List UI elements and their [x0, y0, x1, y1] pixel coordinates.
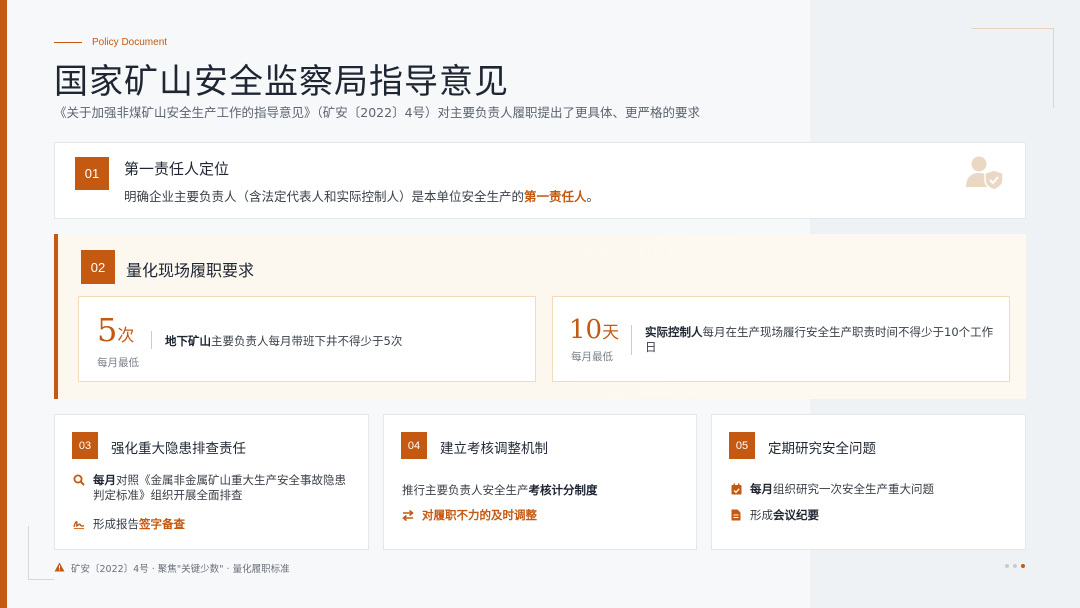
stat-value: 10天 — [569, 315, 619, 345]
stat-description: 地下矿山主要负责人每月带班下井不得少于5次 — [165, 333, 402, 349]
list-item: 形成报告签字备查 — [73, 517, 185, 532]
desc-suffix: 。 — [586, 189, 600, 204]
eyebrow: Policy Document — [54, 35, 167, 49]
search-icon — [73, 473, 85, 487]
divider — [151, 331, 152, 349]
number-badge: 03 — [72, 432, 98, 459]
card-heading: 第一责任人定位 — [124, 160, 230, 178]
document-icon — [730, 508, 742, 522]
item-prefix: 形成报告 — [93, 517, 139, 531]
stat-number: 5 — [97, 311, 118, 349]
card-quantified-requirements: 02 量化现场履职要求 5次 每月最低 地下矿山主要负责人每月带班下井不得少于5… — [54, 234, 1026, 399]
item-bold: 每月 — [93, 473, 116, 487]
item-text: 每月组织研究一次安全生产重大问题 — [750, 482, 934, 497]
card-description: 明确企业主要负责人（含法定代表人和实际控制人）是本单位安全生产的第一责任人。 — [124, 186, 599, 205]
number-badge: 02 — [81, 250, 115, 284]
item-prefix: 形成 — [750, 508, 773, 522]
item-text: 形成报告签字备查 — [93, 517, 185, 532]
stat-description: 实际控制人每月在生产现场履行安全生产职责时间不得少于10个工作日 — [645, 325, 997, 355]
list-item: 形成会议纪要 — [730, 508, 819, 523]
card-regular-research: 05 定期研究安全问题 每月组织研究一次安全生产重大问题 形成会议纪要 — [711, 414, 1026, 550]
item-text: 每月对照《金属非金属矿山重大生产安全事故隐患判定标准》组织开展全面排查 — [93, 473, 353, 503]
footer-text: 矿安〔2022〕4号 · 聚焦"关键少数" · 量化履职标准 — [71, 564, 290, 575]
card-heading: 建立考核调整机制 — [440, 441, 548, 457]
card-heading: 定期研究安全问题 — [768, 441, 876, 457]
item-highlight: 对履职不力的及时调整 — [422, 508, 537, 522]
user-shield-icon — [965, 155, 1007, 191]
warning-icon — [54, 562, 65, 575]
signature-icon — [73, 517, 85, 531]
eyebrow-line — [54, 41, 82, 43]
desc-bold: 实际控制人 — [645, 325, 703, 339]
card-text: 推行主要负责人安全生产考核计分制度 — [402, 482, 598, 498]
card-heading: 量化现场履职要求 — [126, 261, 255, 280]
list-item: 每月对照《金属非金属矿山重大生产安全事故隐患判定标准》组织开展全面排查 — [73, 473, 353, 503]
stat-box-controller: 10天 每月最低 实际控制人每月在生产现场履行安全生产职责时间不得少于10个工作… — [552, 296, 1010, 382]
divider — [631, 325, 632, 355]
desc-rest: 主要负责人每月带班下井不得少于5次 — [211, 334, 403, 348]
page-subtitle: 《关于加强非煤矿山安全生产工作的指导意见》（矿安〔2022〕4号）对主要负责人履… — [54, 105, 701, 120]
card-hazard-inspection: 03 强化重大隐患排查责任 每月对照《金属非金属矿山重大生产安全事故隐患判定标准… — [54, 414, 369, 550]
stat-unit: 天 — [602, 323, 620, 343]
card-heading: 强化重大隐患排查责任 — [111, 441, 246, 457]
item-bold: 每月 — [750, 482, 773, 496]
item-rest: 组织研究一次安全生产重大问题 — [773, 482, 934, 496]
eyebrow-text: Policy Document — [92, 36, 168, 48]
stat-caption: 每月最低 — [571, 351, 613, 363]
corner-decoration-bottom-left — [28, 526, 54, 580]
corner-decoration-top-right — [972, 28, 1054, 108]
desc-bold: 地下矿山 — [165, 334, 211, 348]
page-dot[interactable] — [1013, 564, 1017, 568]
number-badge: 05 — [729, 432, 755, 459]
stat-number: 10 — [569, 315, 603, 345]
item-bold: 会议纪要 — [773, 508, 819, 522]
item-highlight: 签字备查 — [139, 517, 185, 531]
stat-unit: 次 — [117, 326, 135, 346]
page-dot[interactable] — [1005, 564, 1009, 568]
footer: 矿安〔2022〕4号 · 聚焦"关键少数" · 量化履职标准 — [54, 561, 290, 575]
calendar-check-icon — [730, 482, 742, 496]
item-text: 形成会议纪要 — [750, 508, 819, 523]
list-item: 每月组织研究一次安全生产重大问题 — [730, 482, 934, 497]
card-assessment-mechanism: 04 建立考核调整机制 推行主要负责人安全生产考核计分制度 对履职不力的及时调整 — [383, 414, 697, 550]
page-dot-active[interactable] — [1021, 564, 1025, 568]
list-item: 对履职不力的及时调整 — [402, 508, 537, 523]
stat-value: 5次 — [97, 311, 134, 349]
item-rest: 对照《金属非金属矿山重大生产安全事故隐患判定标准》组织开展全面排查 — [93, 473, 346, 502]
pagination-dots — [1005, 564, 1025, 568]
stat-caption: 每月最低 — [97, 357, 139, 369]
desc-text: 明确企业主要负责人（含法定代表人和实际控制人）是本单位安全生产的 — [124, 189, 525, 204]
stat-box-underground: 5次 每月最低 地下矿山主要负责人每月带班下井不得少于5次 — [78, 296, 536, 382]
card-first-responsible: 01 第一责任人定位 明确企业主要负责人（含法定代表人和实际控制人）是本单位安全… — [54, 142, 1026, 219]
number-badge: 04 — [401, 432, 427, 459]
exchange-icon — [402, 508, 414, 522]
text-bold: 考核计分制度 — [528, 483, 598, 497]
number-badge: 01 — [75, 157, 109, 190]
desc-highlight: 第一责任人 — [524, 189, 587, 204]
text-prefix: 推行主要负责人安全生产 — [402, 483, 529, 497]
left-accent-bar — [0, 0, 7, 608]
page-title: 国家矿山安全监察局指导意见 — [54, 62, 509, 102]
